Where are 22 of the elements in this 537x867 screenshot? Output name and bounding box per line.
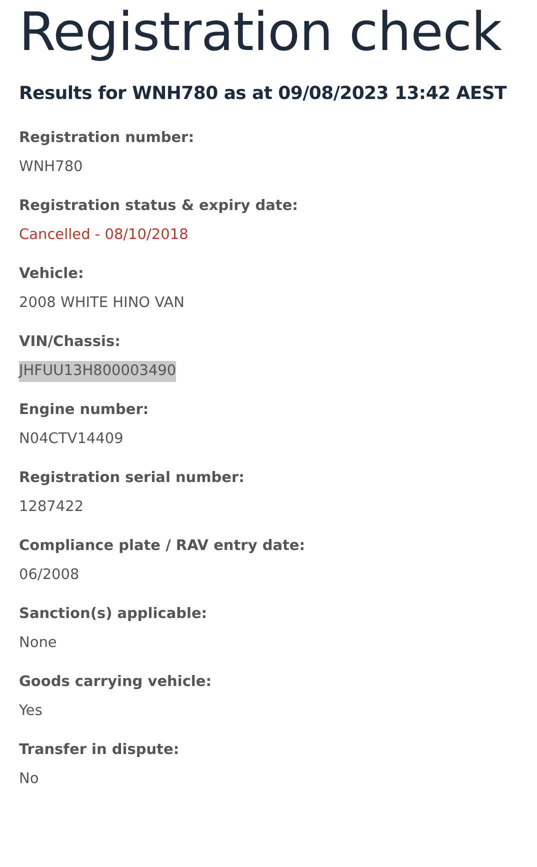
field-label: VIN/Chassis: (19, 333, 120, 352)
field-value: Yes (19, 702, 42, 721)
page-title: Registration check (19, 1, 503, 64)
field-label: Registration number: (19, 129, 194, 148)
field-value: 06/2008 (19, 566, 80, 585)
field-value: N04CTV14409 (19, 430, 124, 449)
field-value: JHFUU13H800003490 (19, 361, 176, 382)
field-label: Engine number: (19, 401, 149, 420)
field-value: None (19, 634, 57, 653)
field-value: No (19, 770, 39, 789)
field-label: Registration status & expiry date: (19, 197, 298, 216)
field-label: Sanction(s) applicable: (19, 605, 208, 624)
results-heading: Results for WNH780 as at 09/08/2023 13:42 AEST (19, 82, 508, 106)
field-label: Vehicle: (19, 265, 84, 284)
field-value: 2008 WHITE HINO VAN (19, 294, 184, 313)
field-label: Registration serial number: (19, 469, 244, 488)
field-label: Goods carrying vehicle: (19, 673, 212, 692)
field-label: Compliance plate / RAV entry date: (19, 537, 306, 556)
field-value: Cancelled - 08/10/2018 (19, 226, 188, 245)
field-value: 1287422 (19, 498, 84, 517)
field-label: Transfer in dispute: (19, 741, 180, 760)
field-value: WNH780 (19, 158, 83, 177)
